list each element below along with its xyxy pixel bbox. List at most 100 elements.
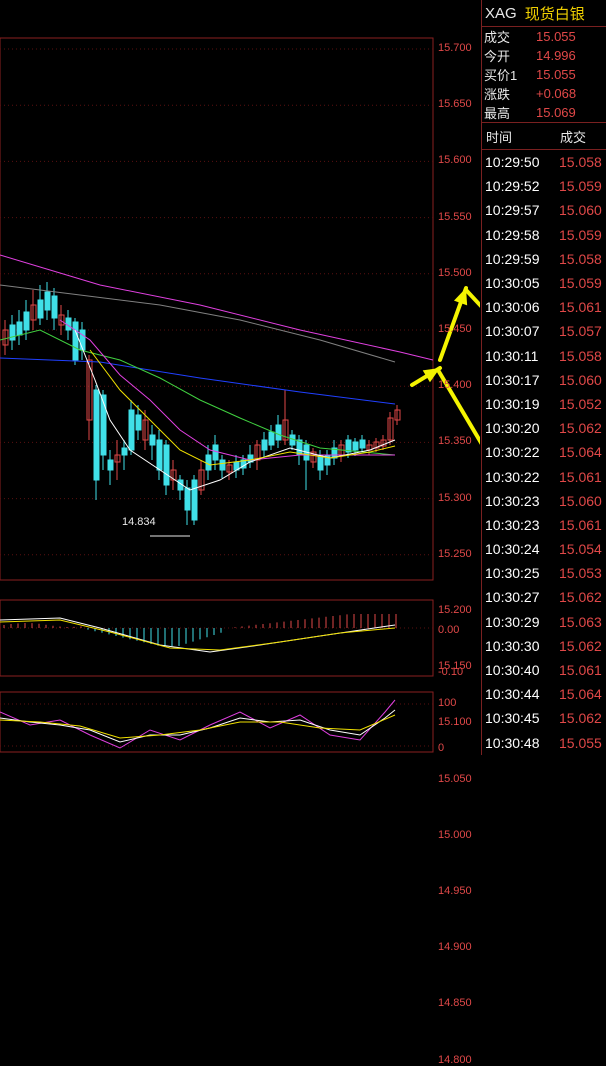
candle-body (163, 444, 170, 486)
candle-body (107, 459, 114, 471)
candle-body (135, 414, 142, 431)
trade-time: 10:30:27 (485, 589, 540, 606)
quote-label: 涨跌 (484, 87, 511, 102)
trade-row[interactable]: 10:30:07 15.057 (482, 319, 606, 343)
trade-time: 10:30:29 (485, 613, 540, 630)
ma-line-green (0, 329, 396, 456)
trade-row[interactable]: 10:30:24 15.054 (482, 537, 606, 561)
quote-label: 买价1 (484, 68, 518, 83)
trade-price: 15.055 (559, 734, 602, 751)
kline-chart[interactable]: 15.700 15.650 15.600 15.550 15.500 15.450 15.4… (0, 0, 480, 1066)
quote-value: 15.069 (536, 105, 576, 120)
trade-row[interactable]: 10:29:59 15.058 (482, 247, 606, 271)
trade-price: 15.062 (559, 420, 602, 437)
macd-axis-zero: 0.00 (438, 624, 460, 636)
trade-row[interactable]: 10:30:25 15.053 (482, 561, 606, 585)
kdj-line-white (0, 709, 396, 743)
trade-price: 15.058 (559, 250, 602, 267)
candle-body (261, 439, 268, 451)
trade-row[interactable]: 10:30:40 15.061 (482, 658, 606, 682)
price-tick: 14.800 (438, 1053, 472, 1066)
trade-price: 15.058 (559, 347, 602, 364)
trades-price-header: 成交 (560, 129, 587, 145)
trades-list[interactable]: 10:29:50 15.058 10:29:52 15.059 10:29:57 15.0… (482, 150, 606, 755)
price-tick: 15.500 (438, 266, 472, 279)
trade-row[interactable]: 10:30:20 15.062 (482, 416, 606, 440)
price-tick: 15.650 (438, 98, 472, 111)
trade-row[interactable]: 10:30:05 15.059 (482, 271, 606, 295)
price-tick: 15.300 (438, 491, 472, 504)
candle-body (121, 447, 128, 456)
trade-time: 10:30:11 (485, 347, 539, 364)
trade-price: 15.060 (559, 371, 602, 388)
trade-price: 15.062 (559, 589, 602, 606)
trade-time: 10:29:58 (485, 226, 540, 243)
trade-time: 10:30:23 (485, 516, 540, 533)
trade-time: 10:30:44 (485, 686, 540, 703)
trade-price: 15.060 (559, 492, 602, 509)
macd-frame (0, 599, 434, 677)
candle-body (23, 311, 30, 331)
candle-body (16, 321, 23, 336)
quote-panel: XAG 现货白银 成交 15.055 今开 14.996 买价1 15.055 涨跌 +0.0… (481, 0, 606, 755)
trade-row[interactable]: 10:30:06 15.061 (482, 295, 606, 319)
trade-row[interactable]: 10:30:11 15.058 (482, 344, 606, 368)
ma-line-blue (0, 357, 396, 405)
candle-body (51, 295, 58, 319)
trade-row[interactable]: 10:30:29 15.063 (482, 610, 606, 634)
trade-time: 10:30:22 (485, 444, 540, 461)
trade-row[interactable]: 10:30:27 15.062 (482, 585, 606, 609)
quote-value: 14.996 (536, 48, 576, 63)
low-price-label: 14.834 (122, 516, 156, 528)
trade-row[interactable]: 10:29:57 15.060 (482, 198, 606, 222)
trade-price: 15.060 (559, 202, 602, 219)
trade-row[interactable]: 10:29:58 15.059 (482, 223, 606, 247)
trade-row[interactable]: 10:30:23 15.061 (482, 513, 606, 537)
price-tick: 15.250 (438, 547, 472, 560)
trade-row[interactable]: 10:29:52 15.059 (482, 174, 606, 198)
trade-time: 10:30:45 (485, 710, 540, 727)
trade-time: 10:30:17 (485, 371, 540, 388)
trade-row[interactable]: 10:30:44 15.064 (482, 682, 606, 706)
instrument-name: 现货白银 (524, 5, 585, 23)
kdj-axis-max: 100 (438, 697, 457, 709)
trade-time: 10:30:06 (485, 299, 540, 316)
trade-price: 15.061 (559, 299, 602, 316)
trade-row[interactable]: 10:30:22 15.064 (482, 440, 606, 464)
trade-time: 10:30:24 (485, 541, 540, 558)
price-tick: 15.050 (438, 772, 472, 785)
instrument-symbol: XAG (485, 4, 517, 22)
quote-row: 买价1 15.055 (482, 65, 606, 84)
trade-time: 10:30:19 (485, 395, 540, 412)
price-tick: 15.600 (438, 154, 472, 167)
trade-price: 15.058 (559, 154, 602, 171)
candle-body (359, 439, 366, 449)
trade-row[interactable]: 10:30:23 15.060 (482, 489, 606, 513)
quote-value: 15.055 (536, 67, 576, 82)
candle-body (72, 321, 79, 361)
trade-row[interactable]: 10:30:45 15.062 (482, 706, 606, 730)
trade-price: 15.059 (559, 178, 602, 195)
candle-body (268, 431, 275, 446)
quote-row: 最高 15.069 (482, 103, 606, 122)
trade-row[interactable]: 10:30:48 15.055 (482, 731, 606, 755)
trade-time: 10:29:52 (485, 178, 540, 195)
candle-body (219, 459, 226, 471)
kdj-line-yellow (0, 714, 396, 739)
quote-value: 15.055 (536, 29, 576, 44)
price-tick: 15.400 (438, 379, 472, 392)
trade-row[interactable]: 10:30:19 15.052 (482, 392, 606, 416)
candle-body (275, 424, 282, 441)
trade-row[interactable]: 10:30:17 15.060 (482, 368, 606, 392)
price-tick: 15.450 (438, 323, 472, 335)
price-tick: 15.000 (438, 828, 472, 841)
trade-row[interactable]: 10:29:50 15.058 (482, 150, 606, 174)
trade-time: 10:29:57 (485, 202, 540, 219)
candle-body (184, 487, 191, 511)
candle-body (156, 439, 163, 471)
trade-row[interactable]: 10:30:22 15.061 (482, 464, 606, 488)
macd-axis-min: -0.10 (438, 666, 464, 678)
trade-row[interactable]: 10:30:30 15.062 (482, 634, 606, 658)
quote-row: 涨跌 +0.068 (482, 84, 606, 103)
trade-time: 10:30:20 (485, 420, 540, 437)
